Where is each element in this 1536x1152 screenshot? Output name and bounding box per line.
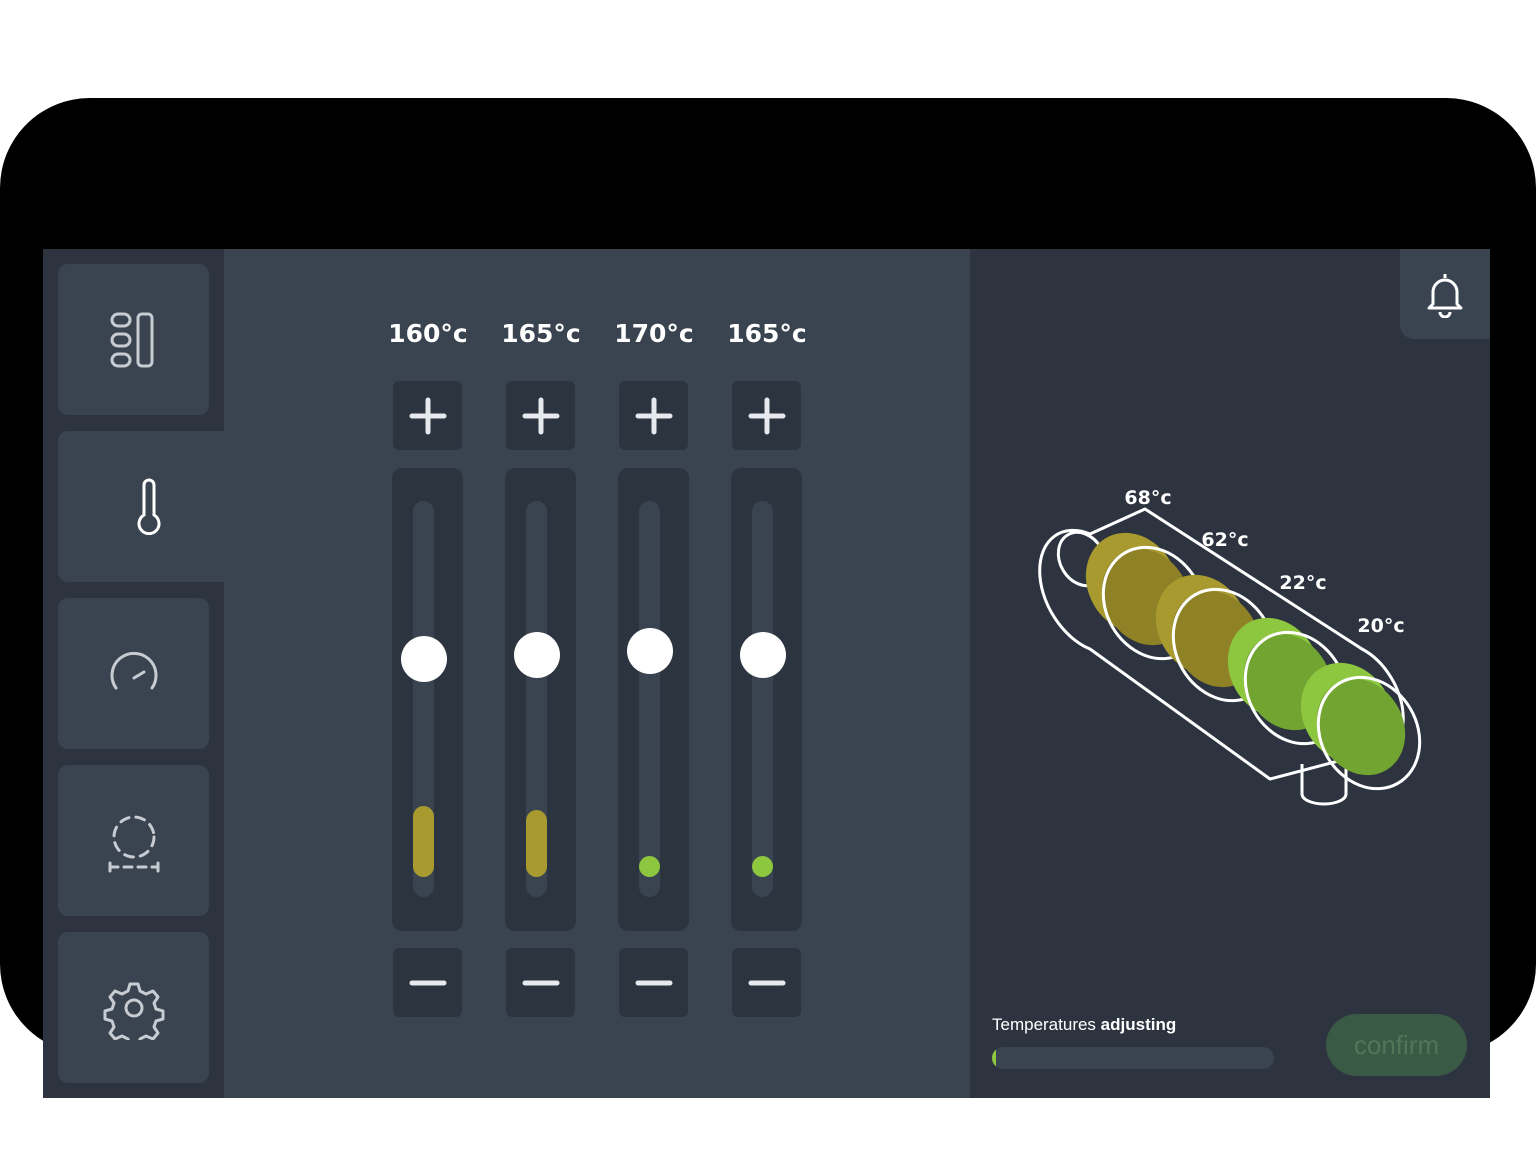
increase-button[interactable]: [619, 381, 688, 450]
nav-temperature[interactable]: [58, 431, 239, 582]
decrease-button[interactable]: [506, 948, 575, 1017]
tablet-frame: 160°c 165°c 170°c 165°c 68°c 62°c 22°c 2…: [0, 98, 1536, 1098]
dashed-circle-measure-icon: [108, 815, 159, 872]
minus-icon: [635, 980, 672, 985]
slider-thumb[interactable]: [626, 628, 673, 675]
nav-dimensions[interactable]: [58, 765, 209, 916]
plus-icon: [635, 397, 672, 434]
decrease-button[interactable]: [393, 948, 462, 1017]
slider-track: [400, 501, 447, 897]
zone-target-temp: 160°c: [388, 319, 468, 348]
barrel-zone-reading: 22°c: [1279, 572, 1326, 594]
temperature-panel: 160°c 165°c 170°c 165°c: [224, 249, 970, 1098]
current-level-indicator: [413, 805, 434, 877]
decrease-button[interactable]: [619, 948, 688, 1017]
zone-target-temp: 165°c: [727, 319, 807, 348]
adjust-progress-bar: [992, 1047, 1274, 1069]
minus-icon: [522, 980, 559, 985]
minus-icon: [748, 980, 785, 985]
gear-icon: [103, 982, 164, 1040]
confirm-button[interactable]: confirm: [1326, 1014, 1467, 1076]
barrel-zone-reading: 62°c: [1201, 529, 1248, 551]
minus-icon: [409, 980, 446, 985]
slider-track: [626, 501, 673, 897]
barrel-panel: 68°c 62°c 22°c 20°c Temperatures adjusting …: [970, 249, 1490, 1098]
slider-thumb[interactable]: [513, 632, 560, 679]
thermometer-icon: [137, 478, 160, 535]
nav-settings[interactable]: [58, 932, 209, 1083]
status-label: Temperatures: [992, 1015, 1096, 1034]
slider-thumb[interactable]: [739, 632, 786, 679]
nav-dashboard[interactable]: [58, 264, 209, 415]
slider-track: [739, 501, 786, 897]
decrease-button[interactable]: [732, 948, 801, 1017]
zone-slider[interactable]: [731, 468, 802, 931]
zone-slider[interactable]: [392, 468, 463, 931]
zone-slider[interactable]: [505, 468, 576, 931]
barrel-zone-reading: 20°c: [1357, 615, 1404, 637]
increase-button[interactable]: [506, 381, 575, 450]
gauge-icon: [110, 651, 157, 689]
sidebar: [43, 249, 239, 1098]
current-level-indicator: [526, 809, 547, 877]
barrel-zone-reading: 68°c: [1124, 487, 1171, 509]
plus-icon: [409, 397, 446, 434]
increase-button[interactable]: [732, 381, 801, 450]
zone-target-temp: 165°c: [501, 319, 581, 348]
increase-button[interactable]: [393, 381, 462, 450]
status-state: adjusting: [1100, 1015, 1177, 1034]
screen: 160°c 165°c 170°c 165°c 68°c 62°c 22°c 2…: [43, 249, 1490, 1098]
adjust-progress-fill: [992, 1047, 997, 1069]
slider-track: [513, 501, 560, 897]
barrel-diagram: 68°c 62°c 22°c 20°c: [1038, 487, 1422, 806]
zone-target-temp: 170°c: [614, 319, 694, 348]
plus-icon: [522, 397, 559, 434]
layout-panels-icon: [110, 312, 153, 367]
plus-icon: [748, 397, 785, 434]
current-level-indicator: [752, 856, 773, 877]
slider-thumb[interactable]: [400, 636, 447, 683]
nav-speed[interactable]: [58, 598, 209, 749]
current-level-indicator: [639, 856, 660, 877]
status-text: Temperatures adjusting: [992, 1015, 1176, 1035]
zone-slider[interactable]: [618, 468, 689, 931]
